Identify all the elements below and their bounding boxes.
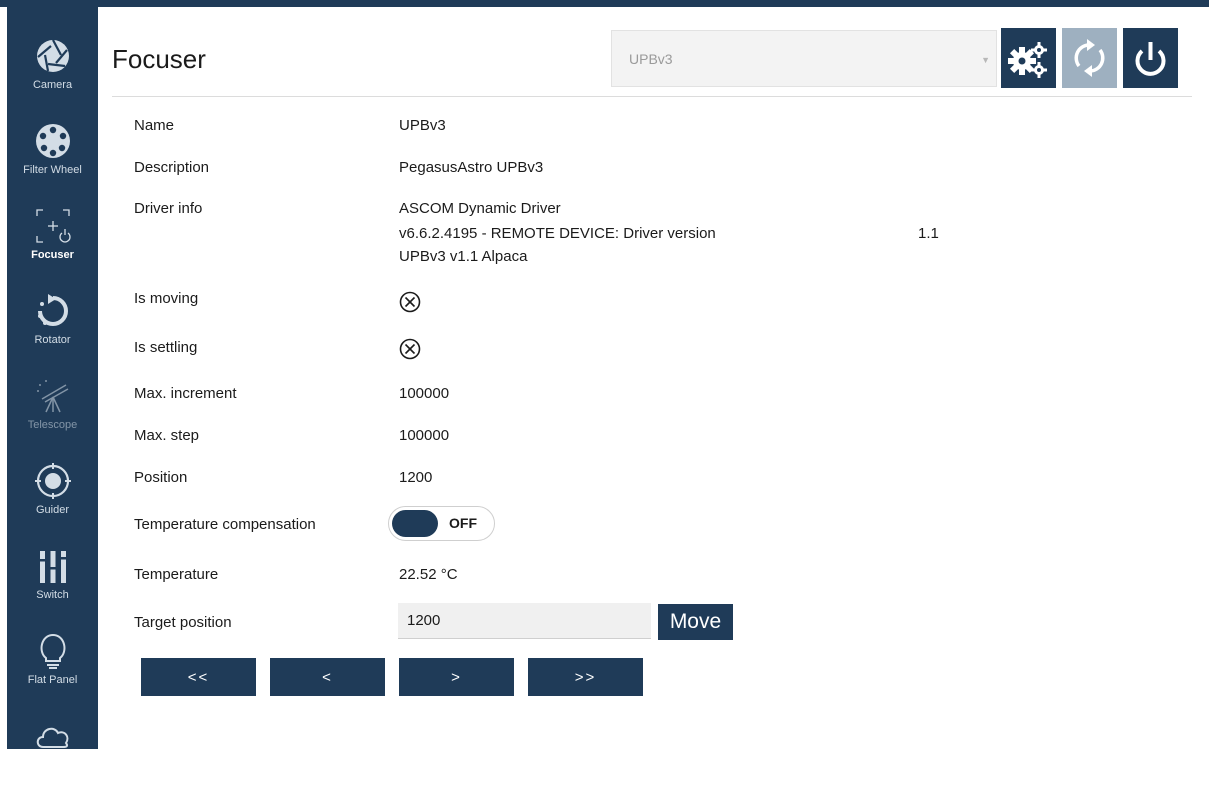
window-title-bar bbox=[0, 0, 1209, 7]
description-value: PegasusAstro UPBv3 bbox=[399, 159, 544, 176]
max-increment-label: Max. increment bbox=[134, 385, 237, 402]
sidebar-item-focuser[interactable]: Focuser bbox=[7, 193, 98, 277]
position-value: 1200 bbox=[399, 469, 433, 486]
position-label: Position bbox=[134, 469, 188, 486]
sidebar-item-label: Focuser bbox=[31, 249, 74, 261]
driver-info-line-2: v6.6.2.4195 - REMOTE DEVICE: Driver vers… bbox=[399, 225, 716, 242]
flat-panel-icon bbox=[40, 633, 66, 669]
device-selector-value: UPBv3 bbox=[629, 51, 673, 67]
step-far-back-button[interactable]: << bbox=[141, 658, 256, 696]
is-moving-false-icon bbox=[399, 291, 421, 313]
sidebar-item-label: Camera bbox=[32, 79, 73, 91]
sidebar-item-guider[interactable]: Guider bbox=[7, 448, 98, 532]
camera-aperture-icon bbox=[37, 39, 69, 72]
temperature-compensation-toggle[interactable]: OFF bbox=[388, 506, 495, 541]
weather-cloud-icon bbox=[36, 727, 69, 748]
equipment-sidebar: Camera Filter Wheel Focuser Rotator Tele… bbox=[7, 7, 98, 749]
telescope-icon bbox=[37, 380, 69, 413]
sidebar-item-label: Guider bbox=[35, 504, 70, 516]
driver-info-line-1: ASCOM Dynamic Driver bbox=[399, 200, 561, 217]
description-label: Description bbox=[134, 159, 210, 176]
gears-icon bbox=[1008, 42, 1047, 78]
step-back-button[interactable]: < bbox=[270, 658, 385, 696]
refresh-devices-button[interactable] bbox=[1062, 28, 1117, 88]
sidebar-item-label: Filter Wheel bbox=[23, 164, 82, 176]
sidebar-item-label: Switch bbox=[36, 589, 69, 601]
name-value: UPBv3 bbox=[399, 117, 446, 134]
target-position-label: Target position bbox=[134, 614, 232, 631]
rotator-icon bbox=[38, 294, 68, 326]
step-forward-button[interactable]: > bbox=[399, 658, 514, 696]
is-moving-label: Is moving bbox=[134, 290, 199, 307]
temperature-compensation-label: Temperature compensation bbox=[134, 516, 316, 533]
sidebar-item-camera[interactable]: Camera bbox=[7, 23, 98, 107]
temperature-label: Temperature bbox=[134, 566, 219, 583]
sidebar-item-label: Rotator bbox=[34, 334, 71, 346]
toggle-state-label: OFF bbox=[449, 515, 477, 531]
refresh-icon bbox=[1074, 39, 1105, 77]
toggle-knob bbox=[392, 510, 438, 537]
chevron-down-icon: ▼ bbox=[981, 55, 990, 65]
power-icon bbox=[1135, 42, 1166, 76]
driver-info-label: Driver info bbox=[134, 200, 203, 217]
device-setup-button[interactable] bbox=[1001, 28, 1056, 88]
target-position-input[interactable] bbox=[398, 603, 651, 639]
sidebar-item-label: Flat Panel bbox=[27, 674, 78, 686]
guider-icon bbox=[35, 463, 71, 499]
filter-wheel-icon bbox=[36, 124, 70, 158]
focuser-icon bbox=[36, 209, 71, 243]
sidebar-item-rotator[interactable]: Rotator bbox=[7, 278, 98, 362]
sidebar-item-telescope[interactable]: Telescope bbox=[7, 363, 98, 447]
sidebar-item-flat-panel[interactable]: Flat Panel bbox=[7, 618, 98, 702]
sidebar-item-weather[interactable] bbox=[7, 703, 98, 787]
max-step-label: Max. step bbox=[134, 427, 200, 444]
header-divider bbox=[112, 96, 1192, 97]
driver-version-value: 1.1 bbox=[918, 225, 939, 242]
sidebar-item-filter-wheel[interactable]: Filter Wheel bbox=[7, 108, 98, 192]
sidebar-item-label: Telescope bbox=[27, 419, 78, 431]
max-step-value: 100000 bbox=[399, 427, 450, 444]
max-increment-value: 100000 bbox=[399, 385, 450, 402]
device-selector[interactable]: UPBv3 ▼ bbox=[611, 30, 997, 87]
step-far-forward-button[interactable]: >> bbox=[528, 658, 643, 696]
sidebar-item-switch[interactable]: Switch bbox=[7, 533, 98, 617]
name-label: Name bbox=[134, 117, 175, 134]
move-button[interactable]: Move bbox=[658, 604, 733, 640]
connect-button[interactable] bbox=[1123, 28, 1178, 88]
temperature-value: 22.52 °C bbox=[399, 566, 458, 583]
page-title: Focuser bbox=[112, 44, 206, 74]
switch-icon bbox=[40, 551, 66, 583]
is-settling-label: Is settling bbox=[134, 339, 198, 356]
is-settling-false-icon bbox=[399, 338, 421, 360]
driver-info-line-3: UPBv3 v1.1 Alpaca bbox=[399, 248, 528, 265]
